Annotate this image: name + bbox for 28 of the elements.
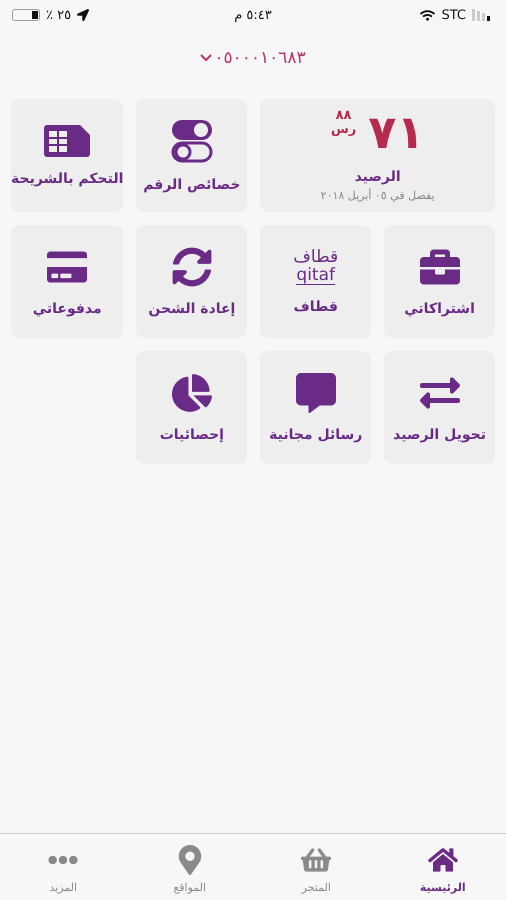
battery-percent: ٪ ٢٥ (46, 8, 72, 22)
clock: ٥:٤٣ م (234, 8, 272, 22)
phone-number[interactable]: ٠٥٠٠٠١٠٦٨٣ (214, 48, 306, 68)
menu-tile[interactable]: التحكم بالشريحة (11, 99, 124, 212)
toggle-icon (170, 118, 213, 162)
expiry-date: يفصل في ٠٥ أبريل ٢٠١٨ (320, 189, 435, 202)
briefcase-icon (420, 246, 460, 286)
menu-tile[interactable]: خصائص الرقم (136, 99, 248, 212)
chevron-down-icon[interactable] (200, 54, 212, 62)
refresh-icon (172, 246, 212, 286)
pie-chart-icon (172, 372, 212, 412)
menu-tile[interactable]: اشتراكاتي (384, 225, 495, 338)
balance-fraction: ٨٨ (336, 109, 352, 123)
location-arrow-icon (77, 9, 90, 21)
message-icon (296, 372, 336, 412)
currency: رس (330, 123, 356, 137)
wifi-icon (420, 8, 436, 22)
sim-card-icon (44, 124, 90, 156)
menu-tile[interactable]: إحصائيات (136, 351, 248, 464)
menu-tile[interactable]: رسائل مجانية (260, 351, 372, 464)
menu-tile[interactable]: مدفوعاتي (11, 225, 124, 338)
tab[interactable]: الرئيسية (380, 834, 506, 900)
balance-label: الرصيد (354, 169, 401, 185)
menu-tile[interactable]: إعادة الشحن (136, 225, 248, 338)
carrier-name: STC (441, 8, 466, 22)
balance-amount: ٧١ (368, 109, 424, 155)
menu-tile[interactable]: تحويل الرصيد (384, 351, 495, 464)
battery-icon (12, 9, 40, 21)
